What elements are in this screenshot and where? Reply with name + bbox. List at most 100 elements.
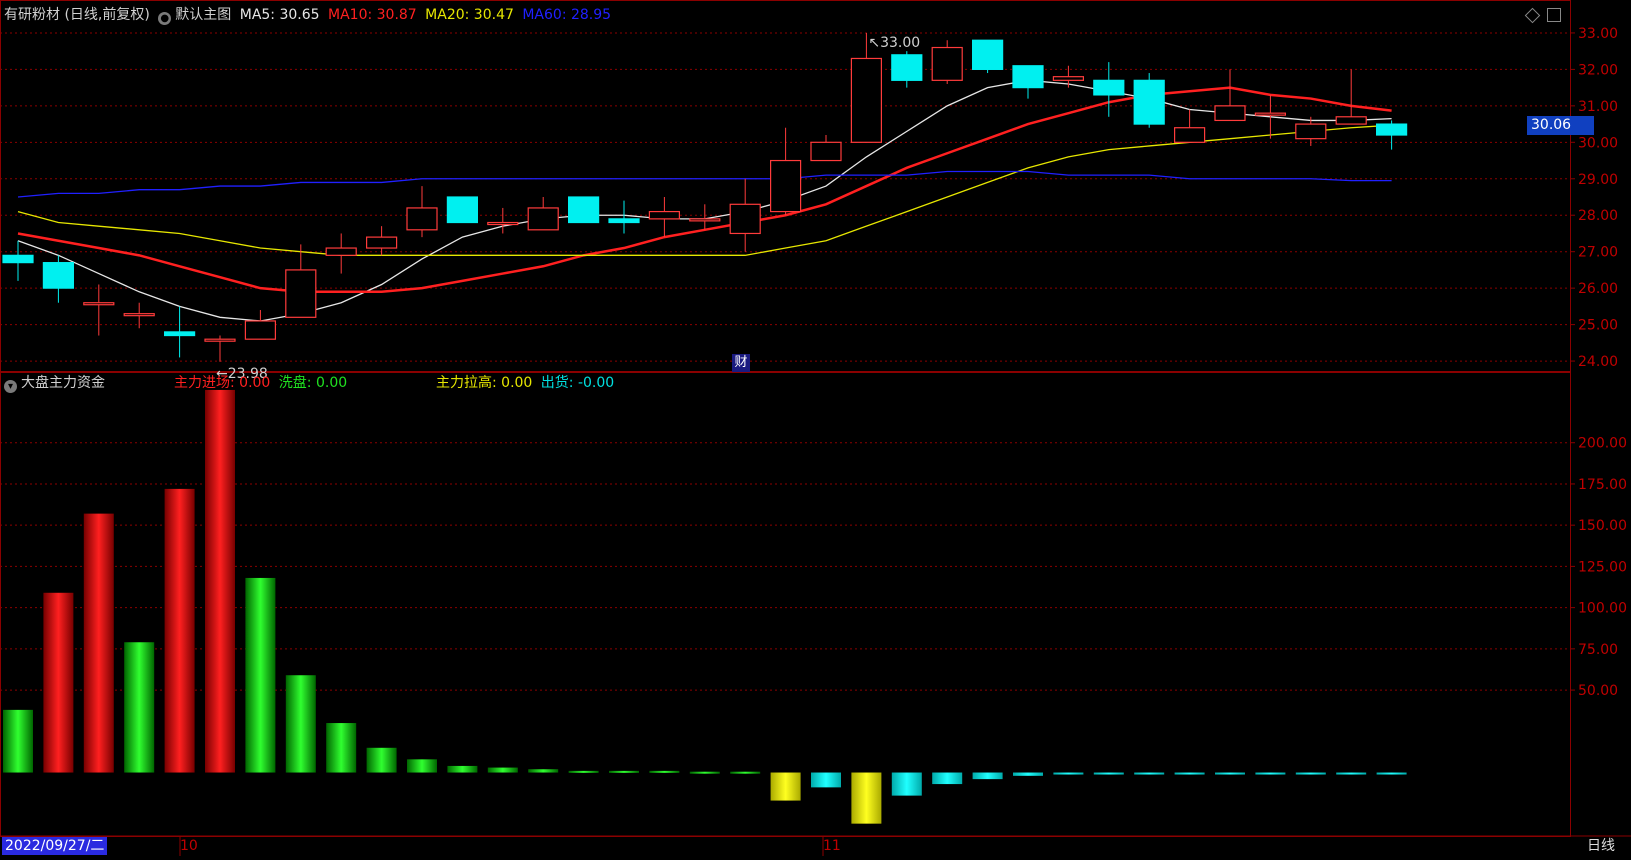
candle-body [608, 218, 640, 224]
period-selector[interactable]: 日线 [1571, 837, 1631, 855]
ind-y-tick-label: 200.00 [1578, 436, 1627, 452]
capital-bar [285, 675, 316, 773]
ma10-label: MA10: 30.87 [328, 7, 417, 23]
ma-line-ma60 [17, 170, 1392, 198]
indicator-name[interactable]: 大盘主力资金 [21, 375, 105, 391]
candle-body [1133, 79, 1165, 125]
candle-body [1093, 79, 1125, 96]
candle-body [366, 236, 398, 249]
settings-icon[interactable]: ● [158, 12, 172, 25]
y-tick-label: 32.00 [1578, 62, 1618, 78]
capital-bar [528, 769, 559, 773]
candle-body [487, 221, 519, 226]
capital-bar [407, 759, 437, 773]
capital-bar [487, 767, 518, 773]
candle-body [42, 262, 75, 289]
capital-bar [649, 770, 680, 773]
ma-line-ma5 [17, 79, 1392, 322]
candle-body [244, 320, 276, 340]
capital-bar [43, 592, 74, 773]
capital-bar [1174, 772, 1205, 775]
capital-bar [972, 772, 1003, 780]
candle-body [406, 207, 438, 231]
main-legend: 有研粉材 (日线,前复权) ● 默认主图 MA5: 30.65 MA10: 30.… [4, 6, 615, 25]
capital-bar [811, 772, 841, 788]
candle-body [648, 210, 681, 220]
y-tick-label: 30.00 [1578, 135, 1618, 151]
capital-bar [205, 389, 235, 773]
candle-body [527, 207, 559, 231]
ind-y-tick-label: 125.00 [1578, 559, 1627, 575]
month-label-oct: 10 [180, 838, 198, 854]
ship-label: 出货: -0.00 [540, 375, 615, 391]
kline-chart[interactable]: 33.00 32.00 31.00 30.00 29.00 28.00 27.00 26.00… [0, 0, 1631, 856]
y-tick-label: 28.00 [1578, 208, 1618, 224]
ind-y-tick-label: 50.00 [1578, 683, 1618, 699]
month-label-nov: 11 [823, 838, 841, 854]
finance-marker[interactable]: 财 [732, 354, 750, 372]
capital-bar [1013, 772, 1043, 776]
candle-body [1214, 105, 1246, 122]
y-tick-label: 24.00 [1578, 354, 1618, 370]
candle-body [1295, 123, 1327, 140]
y-tick-label: 25.00 [1578, 318, 1618, 334]
candle-body [1375, 123, 1408, 136]
capital-bar [1336, 772, 1367, 775]
capital-bar [3, 709, 33, 773]
candle-body [1254, 112, 1287, 116]
y-tick-label: 27.00 [1578, 245, 1618, 261]
y-tick-label: 33.00 [1578, 26, 1618, 42]
capital-bar [326, 723, 357, 773]
candle-body [689, 218, 721, 222]
capital-bar [124, 642, 155, 773]
capital-bar [447, 765, 478, 773]
indicator-legend-mid: 主力进场: 0.00 洗盘: 0.00 [174, 374, 351, 392]
y-tick-label: 29.00 [1578, 172, 1618, 188]
indicator-toggle-icon[interactable]: ▾ [4, 380, 17, 393]
capital-bar [1215, 772, 1245, 775]
capital-bar [83, 513, 114, 773]
capital-bar [851, 772, 882, 824]
capital-bar [164, 488, 195, 773]
capital-bar [245, 577, 276, 773]
ma20-label: MA20: 30.47 [425, 7, 514, 23]
chart-canvas: 33.00 32.00 31.00 30.00 29.00 28.00 27.00 26.00… [0, 0, 1631, 856]
cursor-date: 2022/09/27/二 [2, 837, 108, 855]
candle-body [285, 269, 317, 318]
y-tick-label: 31.00 [1578, 99, 1618, 115]
capital-bar [568, 770, 599, 773]
capital-bar [932, 772, 963, 785]
stock-title[interactable]: 有研粉材 (日线,前复权) [4, 7, 150, 23]
candle-body [1012, 65, 1044, 89]
capital-bar [689, 771, 720, 774]
capital-bar [1053, 772, 1084, 775]
candle-body [850, 57, 883, 143]
candle-body [446, 196, 478, 224]
panel-toggle-icon[interactable] [1547, 8, 1561, 22]
capital-bar [1134, 772, 1165, 775]
capital-bar [609, 770, 639, 773]
indicator-legend-left: ▾ 大盘主力资金 [4, 374, 109, 393]
capital-bar [366, 747, 397, 773]
ma-line-ma10 [17, 86, 1392, 294]
ind-y-tick-label: 100.00 [1578, 601, 1627, 617]
indicator-legend-right: 主力拉高: 0.00 出货: -0.00 [436, 374, 618, 392]
ind-y-tick-label: 150.00 [1578, 518, 1627, 534]
candle-body [891, 54, 923, 81]
ind-y-tick-label: 175.00 [1578, 477, 1627, 493]
current-price-tag: 30.06 [1527, 116, 1594, 135]
capital-bar [730, 771, 761, 774]
wash-label: 洗盘: 0.00 [278, 375, 348, 391]
capital-bar [1376, 772, 1407, 775]
candle-body [567, 196, 600, 224]
template-label[interactable]: 默认主图 [175, 7, 231, 23]
candle-body [123, 313, 155, 317]
capital-bar [1093, 772, 1124, 775]
candle-body [325, 247, 357, 256]
high-marker: ↖33.00 [868, 35, 920, 51]
candle-body [1173, 127, 1206, 143]
ma-line-ma20 [17, 124, 1392, 256]
capital-bar [1295, 772, 1326, 775]
ind-y-tick-label: 75.00 [1578, 642, 1618, 658]
capital-bar [770, 772, 801, 801]
